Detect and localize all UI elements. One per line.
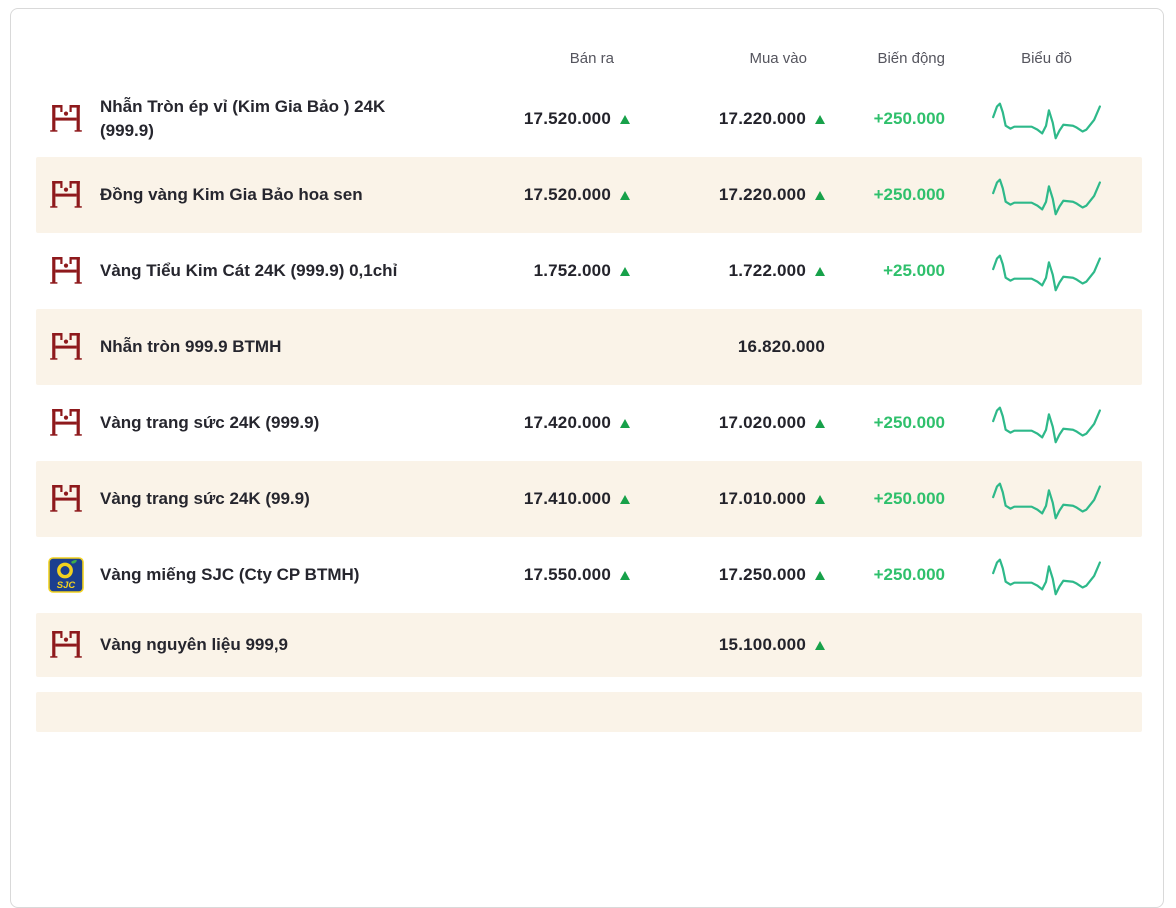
buy-price-value: 17.020.000 — [719, 413, 806, 433]
sell-price-value: 17.410.000 — [524, 489, 611, 509]
column-header-change: Biến động — [831, 50, 951, 67]
up-arrow-icon — [815, 115, 825, 124]
buy-price-value: 1.722.000 — [729, 261, 806, 281]
product-name: Vàng trang sức 24K (99.9) — [100, 487, 310, 511]
next-row-partial — [36, 692, 1142, 732]
buy-price-cell: 15.100.000 — [636, 635, 831, 655]
up-arrow-icon — [815, 641, 825, 650]
product-name: Vàng Tiểu Kim Cát 24K (999.9) 0,1chỉ — [100, 259, 397, 283]
sell-price-value: 17.520.000 — [524, 185, 611, 205]
product-cell: Vàng nguyên liệu 999,9 — [36, 627, 451, 663]
change-value: +250.000 — [831, 185, 951, 205]
sell-price-value: 17.420.000 — [524, 413, 611, 433]
product-name: Đồng vàng Kim Gia Bảo hoa sen — [100, 183, 363, 207]
up-arrow-icon — [620, 571, 630, 580]
buy-price-cell: 16.820.000 — [636, 337, 831, 357]
sparkline-chart — [951, 398, 1142, 448]
sparkline-chart — [951, 474, 1142, 524]
buy-price-value: 17.220.000 — [719, 109, 806, 129]
buy-price-cell: 17.020.000 — [636, 413, 831, 433]
table-header-row: Bán ra Mua vào Biến động Biểu đồ — [36, 23, 1142, 81]
table-row[interactable]: SJC Vàng miếng SJC (Cty CP BTMH) 17.550.… — [36, 537, 1142, 613]
table-body: Nhẫn Tròn ép vỉ (Kim Gia Bảo ) 24K (999.… — [36, 81, 1142, 677]
product-cell: Vàng Tiểu Kim Cát 24K (999.9) 0,1chỉ — [36, 253, 451, 289]
product-cell: Nhẫn tròn 999.9 BTMH — [36, 329, 451, 365]
buy-price-value: 17.220.000 — [719, 185, 806, 205]
buy-price-value: 16.820.000 — [738, 337, 825, 357]
table-row[interactable]: Vàng trang sức 24K (999.9) 17.420.000 17… — [36, 385, 1142, 461]
up-arrow-icon — [815, 419, 825, 428]
table-row[interactable]: Vàng Tiểu Kim Cát 24K (999.9) 0,1chỉ 1.7… — [36, 233, 1142, 309]
sparkline-chart — [951, 94, 1142, 144]
product-name: Nhẫn tròn 999.9 BTMH — [100, 335, 281, 359]
sell-price-value: 17.550.000 — [524, 565, 611, 585]
table-row[interactable]: Vàng trang sức 24K (99.9) 17.410.000 17.… — [36, 461, 1142, 537]
sparkline-chart — [951, 550, 1142, 600]
sell-price-cell: 17.520.000 — [451, 109, 636, 129]
change-value: +250.000 — [831, 489, 951, 509]
btmh-brand-logo — [48, 627, 84, 663]
sell-price-value: 1.752.000 — [534, 261, 611, 281]
buy-price-cell: 1.722.000 — [636, 261, 831, 281]
column-header-chart: Biểu đồ — [951, 50, 1142, 67]
sell-price-cell: 1.752.000 — [451, 261, 636, 281]
up-arrow-icon — [620, 115, 630, 124]
up-arrow-icon — [620, 191, 630, 200]
up-arrow-icon — [815, 267, 825, 276]
buy-price-cell: 17.010.000 — [636, 489, 831, 509]
sell-price-cell: 17.420.000 — [451, 413, 636, 433]
buy-price-cell: 17.220.000 — [636, 109, 831, 129]
change-value: +25.000 — [831, 261, 951, 281]
btmh-brand-logo — [48, 253, 84, 289]
buy-price-cell: 17.220.000 — [636, 185, 831, 205]
buy-price-value: 17.250.000 — [719, 565, 806, 585]
up-arrow-icon — [620, 495, 630, 504]
btmh-brand-logo — [48, 329, 84, 365]
change-value: +250.000 — [831, 565, 951, 585]
column-header-buy: Mua vào — [636, 50, 831, 67]
product-cell: Vàng trang sức 24K (99.9) — [36, 481, 451, 517]
sell-price-cell: 17.550.000 — [451, 565, 636, 585]
sell-price-cell: 17.410.000 — [451, 489, 636, 509]
product-cell: Đồng vàng Kim Gia Bảo hoa sen — [36, 177, 451, 213]
product-name: Vàng miếng SJC (Cty CP BTMH) — [100, 563, 359, 587]
sell-price-cell: 17.520.000 — [451, 185, 636, 205]
product-name: Vàng trang sức 24K (999.9) — [100, 411, 319, 435]
buy-price-cell: 17.250.000 — [636, 565, 831, 585]
sparkline-chart — [951, 246, 1142, 296]
table-row[interactable]: Vàng nguyên liệu 999,9 15.100.000 — [36, 613, 1142, 677]
buy-price-value: 17.010.000 — [719, 489, 806, 509]
buy-price-value: 15.100.000 — [719, 635, 806, 655]
product-name: Vàng nguyên liệu 999,9 — [100, 633, 288, 657]
gold-price-table-card: Bán ra Mua vào Biến động Biểu đồ Nhẫn Tr… — [10, 8, 1164, 908]
table-row[interactable]: Đồng vàng Kim Gia Bảo hoa sen 17.520.000… — [36, 157, 1142, 233]
change-value: +250.000 — [831, 413, 951, 433]
btmh-brand-logo — [48, 481, 84, 517]
btmh-brand-logo — [48, 101, 84, 137]
table-row[interactable]: Nhẫn Tròn ép vỉ (Kim Gia Bảo ) 24K (999.… — [36, 81, 1142, 157]
product-name: Nhẫn Tròn ép vỉ (Kim Gia Bảo ) 24K (999.… — [100, 95, 430, 143]
sjc-brand-logo: SJC — [48, 557, 84, 593]
column-header-sell: Bán ra — [451, 50, 636, 67]
up-arrow-icon — [620, 267, 630, 276]
up-arrow-icon — [620, 419, 630, 428]
product-cell: Nhẫn Tròn ép vỉ (Kim Gia Bảo ) 24K (999.… — [36, 95, 451, 143]
btmh-brand-logo — [48, 177, 84, 213]
product-cell: SJC Vàng miếng SJC (Cty CP BTMH) — [36, 557, 451, 593]
btmh-brand-logo — [48, 405, 84, 441]
table-row[interactable]: Nhẫn tròn 999.9 BTMH 16.820.000 — [36, 309, 1142, 385]
up-arrow-icon — [815, 495, 825, 504]
product-cell: Vàng trang sức 24K (999.9) — [36, 405, 451, 441]
svg-text:SJC: SJC — [57, 580, 76, 591]
sell-price-value: 17.520.000 — [524, 109, 611, 129]
change-value: +250.000 — [831, 109, 951, 129]
up-arrow-icon — [815, 571, 825, 580]
up-arrow-icon — [815, 191, 825, 200]
sparkline-chart — [951, 170, 1142, 220]
